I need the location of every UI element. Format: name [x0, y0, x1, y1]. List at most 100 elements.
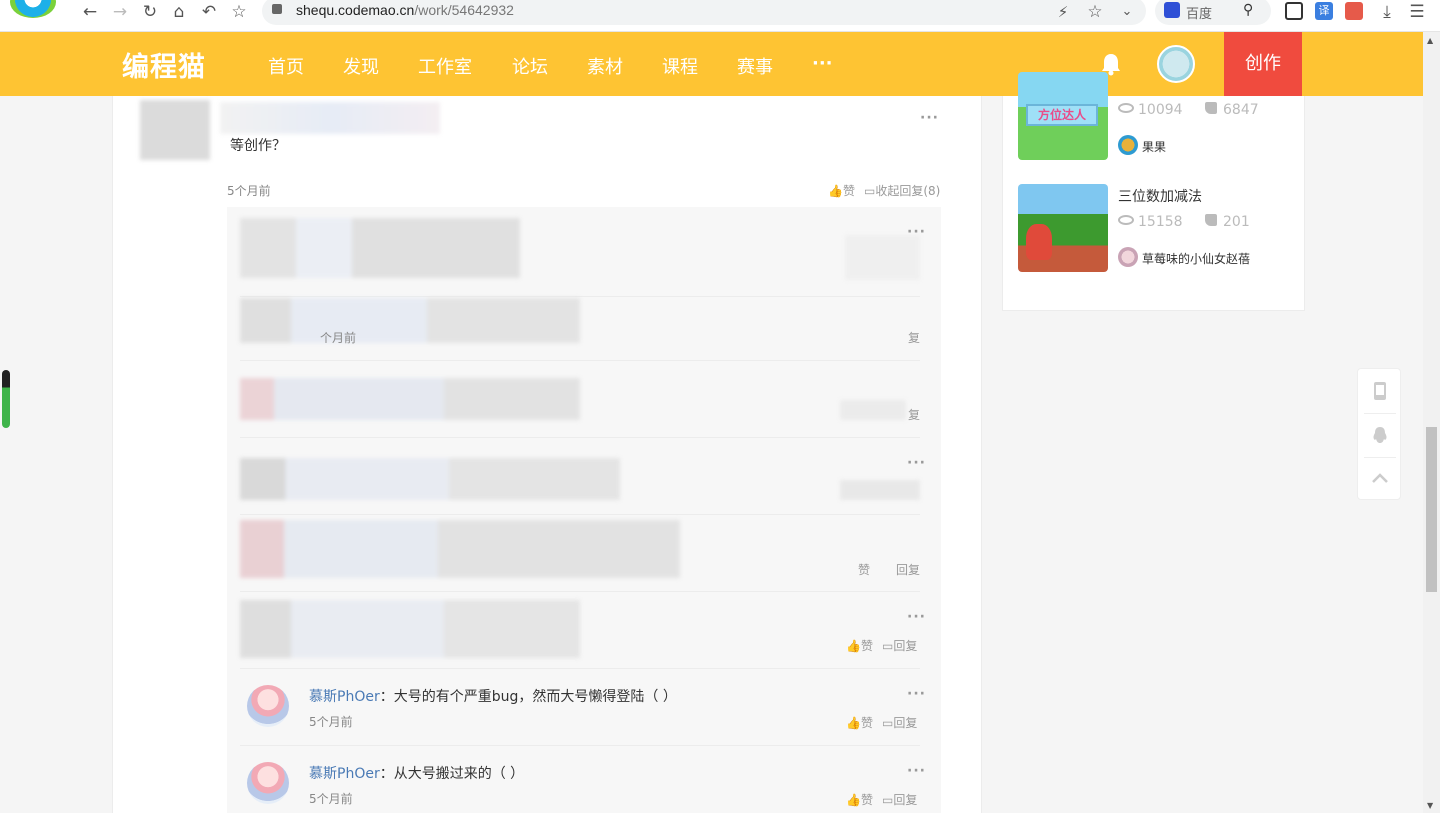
nav-studio[interactable]: 工作室 [418, 53, 472, 79]
reply-more-icon[interactable]: ··· [907, 686, 926, 702]
scroll-up-icon[interactable]: ▲ [1427, 36, 1433, 45]
reply-button[interactable]: 复 [908, 406, 920, 423]
divider [1364, 413, 1396, 414]
reply-like-button[interactable]: 👍赞 [846, 714, 873, 731]
site-header: 编程猫 首页 发现 工作室 论坛 素材 课程 赛事 ··· 创作 [0, 32, 1423, 96]
lightning-icon[interactable]: ⚡ [1051, 2, 1075, 22]
back-to-top-icon[interactable] [1370, 469, 1390, 489]
like-icon: 👍 [846, 716, 861, 730]
nav-contests[interactable]: 赛事 [737, 53, 773, 79]
divider [240, 745, 920, 746]
reply-content: 慕斯PhOer：大号的有个严重bug，然而大号懒得登陆（ ） [309, 686, 677, 706]
work-title[interactable]: 三位数加减法 [1118, 186, 1202, 206]
download-icon[interactable]: ⤓ [1375, 2, 1399, 22]
comment-like-button[interactable]: 👍赞 [828, 182, 855, 199]
floating-toolbar [1357, 368, 1401, 500]
undo-icon[interactable]: ↶ [197, 2, 221, 22]
reply-avatar[interactable] [247, 762, 289, 804]
reply-button[interactable]: 复 [908, 329, 920, 346]
divider [240, 296, 920, 297]
back-icon[interactable]: ← [78, 2, 102, 22]
reply-bubble-icon: ▭ [864, 184, 876, 198]
lock-icon [272, 4, 282, 14]
chevron-down-icon[interactable]: ⌄ [1115, 2, 1139, 22]
reply-like-button[interactable]: 赞 [858, 561, 870, 578]
reply-avatar[interactable] [247, 685, 289, 727]
divider [240, 668, 920, 669]
reply-label: 回复 [893, 639, 918, 653]
qq-icon[interactable] [1370, 425, 1390, 445]
likes-count: 6847 [1205, 102, 1259, 118]
create-button[interactable]: 创作 [1224, 32, 1302, 96]
reply-blurred-1 [240, 218, 520, 278]
reply-time: 5个月前 [309, 792, 353, 806]
phone-icon[interactable] [1370, 381, 1390, 401]
bookmark-star-icon[interactable]: ☆ [1083, 2, 1107, 22]
divider [240, 437, 920, 438]
reply-more-icon[interactable]: ··· [907, 763, 926, 779]
nav-forum[interactable]: 论坛 [512, 53, 548, 79]
favorite-star-icon[interactable]: ☆ [227, 2, 251, 22]
url-text[interactable]: shequ.codemao.cn/work/54642932 [296, 2, 514, 18]
extension-icon[interactable] [1345, 2, 1363, 20]
like-icon: 👍 [828, 184, 843, 198]
nav-home[interactable]: 首页 [268, 53, 304, 79]
qrcode-icon[interactable] [1285, 2, 1303, 20]
forward-icon[interactable]: → [108, 2, 132, 22]
reply-like-button[interactable]: 👍赞 [846, 791, 873, 808]
search-icon[interactable]: ⚲ [1243, 2, 1253, 18]
comment-author-avatar [140, 100, 210, 160]
reply-blurred-6 [240, 600, 580, 658]
scroll-down-icon[interactable]: ▼ [1427, 801, 1433, 810]
like-icon: 👍 [846, 639, 861, 653]
comment-more-icon[interactable]: ··· [920, 110, 939, 126]
menu-icon[interactable]: ☰ [1405, 2, 1429, 22]
reply-button[interactable]: ▭回复 [882, 637, 917, 654]
reload-icon[interactable]: ↻ [138, 2, 162, 22]
like-label: 赞 [860, 639, 873, 653]
reply-text: ：大号的有个严重bug，然而大号懒得登陆（ ） [379, 689, 677, 705]
scrollbar[interactable]: ▲ ▼ [1423, 32, 1440, 813]
collapse-replies-button[interactable]: ▭收起回复(8) [864, 182, 940, 199]
reply-actions-blurred-4 [840, 480, 920, 500]
reply-username[interactable]: 慕斯PhOer [309, 766, 380, 782]
collapse-label: 收起回复(8) [875, 184, 941, 198]
reply-button[interactable]: ▭回复 [882, 714, 917, 731]
home-icon[interactable]: ⌂ [167, 2, 191, 22]
reply-blurred-3 [240, 378, 580, 420]
reply-more-icon[interactable]: ··· [907, 455, 926, 471]
like-label: 赞 [860, 716, 873, 730]
scrollbar-thumb[interactable] [1426, 427, 1437, 592]
author-avatar[interactable] [1118, 247, 1138, 267]
reply-label: 回复 [893, 716, 918, 730]
work-author[interactable]: 草莓味的小仙女赵蓓 [1142, 250, 1250, 267]
like-label: 赞 [860, 793, 873, 807]
nav-more[interactable]: ··· [812, 53, 833, 74]
user-avatar[interactable] [1157, 45, 1195, 83]
nav-discover[interactable]: 发现 [343, 53, 379, 79]
divider [240, 591, 920, 592]
translate-icon[interactable]: 译 [1315, 2, 1333, 20]
reply-actions-blurred-3 [840, 400, 906, 420]
reply-content: 慕斯PhOer：从大号搬过来的（ ） [309, 763, 524, 783]
reply-username[interactable]: 慕斯PhOer [309, 689, 380, 705]
author-avatar[interactable] [1118, 135, 1138, 155]
divider [240, 514, 920, 515]
views-count: 15158 [1118, 214, 1183, 230]
nav-materials[interactable]: 素材 [587, 53, 623, 79]
side-widget-handle[interactable] [2, 370, 10, 428]
views-count: 10094 [1118, 102, 1183, 118]
reply-button[interactable]: 回复 [896, 561, 920, 578]
divider [240, 360, 920, 361]
reply-more-icon[interactable]: ··· [907, 224, 926, 240]
work-thumbnail[interactable]: 方位达人 [1018, 72, 1108, 160]
site-logo[interactable]: 编程猫 [122, 45, 206, 84]
reply-like-button[interactable]: 👍赞 [846, 637, 873, 654]
eye-icon [1118, 215, 1134, 225]
nav-courses[interactable]: 课程 [662, 53, 698, 79]
reply-blurred-5 [240, 520, 680, 578]
reply-more-icon[interactable]: ··· [907, 609, 926, 625]
work-author[interactable]: 果果 [1142, 138, 1166, 155]
work-thumbnail[interactable] [1018, 184, 1108, 272]
reply-button[interactable]: ▭回复 [882, 791, 917, 808]
